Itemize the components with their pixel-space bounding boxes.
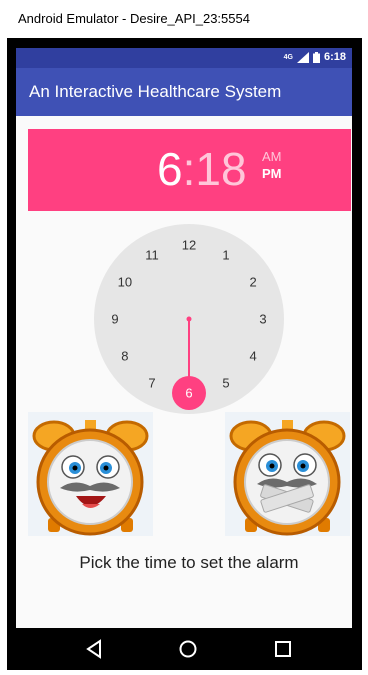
app-title: An Interactive Healthcare System xyxy=(29,82,282,101)
dial-number-10[interactable]: 10 xyxy=(118,275,132,290)
dial-number-5[interactable]: 5 xyxy=(222,376,229,391)
dial-number-11[interactable]: 11 xyxy=(145,247,159,262)
time-separator: : xyxy=(182,143,196,195)
happy-alarm-clock-icon xyxy=(28,412,153,536)
status-time: 6:18 xyxy=(323,51,346,63)
status-bar: 4G 6:18 xyxy=(16,48,352,68)
dial-number-8[interactable]: 8 xyxy=(121,349,128,364)
dial-number-1[interactable]: 1 xyxy=(222,247,229,262)
time-picker-header: 6:18 AM PM xyxy=(28,129,351,211)
taped-mouth-alarm-clock-icon xyxy=(225,412,350,536)
instruction-text: Pick the time to set the alarm xyxy=(79,553,299,572)
dial-number-4[interactable]: 4 xyxy=(249,349,256,364)
signal-icon xyxy=(296,51,309,63)
back-icon[interactable] xyxy=(84,638,106,660)
dial-number-6[interactable]: 6 xyxy=(185,386,192,401)
minute-display[interactable]: 18 xyxy=(195,143,246,195)
emulator-window: Android Emulator - Desire_API_23:5554 4G… xyxy=(0,0,368,675)
clock-dial[interactable]: 12 1 2 3 4 5 6 7 8 9 10 11 xyxy=(94,224,284,414)
clock-hand-center xyxy=(186,316,192,322)
hour-display[interactable]: 6 xyxy=(157,143,183,195)
app-bar: An Interactive Healthcare System xyxy=(16,68,352,116)
dial-face: 121234567891011 xyxy=(111,238,267,410)
dial-number-3[interactable]: 3 xyxy=(259,312,266,327)
selected-time: 6:18 xyxy=(157,141,247,197)
dial-number-7[interactable]: 7 xyxy=(148,376,155,391)
window-title: Android Emulator - Desire_API_23:5554 xyxy=(0,0,368,38)
dial-number-12[interactable]: 12 xyxy=(182,238,196,253)
pm-option[interactable]: PM xyxy=(262,165,282,182)
battery-icon xyxy=(312,51,320,63)
dial-number-2[interactable]: 2 xyxy=(249,275,256,290)
device-screen: 4G 6:18 An Interactive Healthcare System xyxy=(16,48,352,628)
am-option[interactable]: AM xyxy=(262,148,282,165)
am-pm-selector: AM PM xyxy=(262,148,282,182)
home-icon[interactable] xyxy=(177,638,199,660)
dial-number-9[interactable]: 9 xyxy=(111,312,118,327)
network-type: 4G xyxy=(283,53,293,61)
recents-icon[interactable] xyxy=(272,638,294,660)
status-icons: 4G 6:18 xyxy=(284,51,346,63)
device-frame: 4G 6:18 An Interactive Healthcare System xyxy=(7,38,362,670)
navigation-bar xyxy=(16,628,352,670)
